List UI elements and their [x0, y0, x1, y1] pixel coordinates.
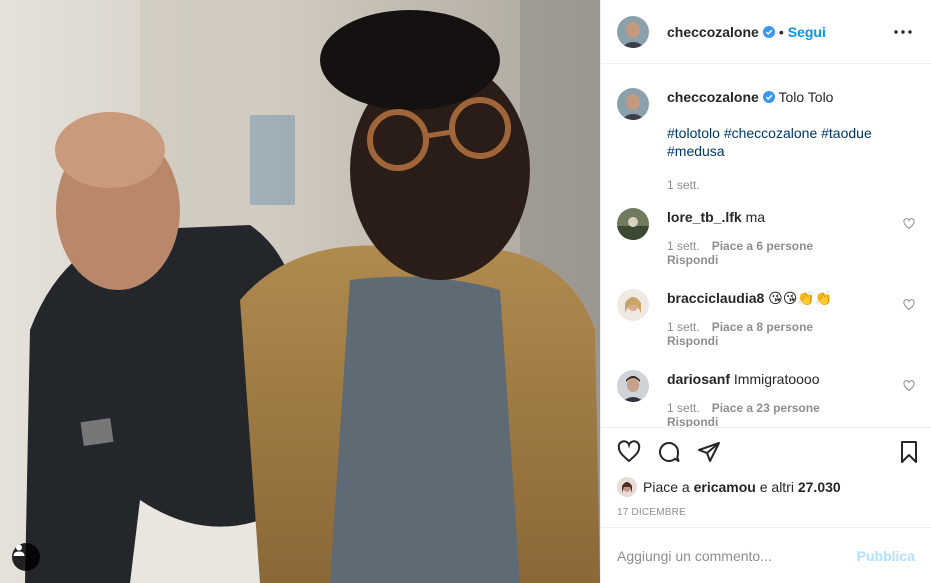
- hashtag-link[interactable]: #taodue: [821, 125, 872, 141]
- heart-icon[interactable]: [903, 380, 915, 392]
- post-actions-bar: [601, 427, 931, 475]
- comment-time[interactable]: 1 sett.: [667, 239, 700, 253]
- likes-prefix: Piace a: [643, 479, 694, 495]
- comment-item: lore_tb_.lfk ma 1 sett. Piace a 6 persone…: [617, 208, 915, 267]
- comment-input[interactable]: [617, 547, 857, 564]
- post-photo[interactable]: [0, 0, 600, 583]
- verified-badge-icon: [762, 91, 775, 103]
- likes-count[interactable]: 27.030: [798, 479, 841, 495]
- heart-icon[interactable]: [903, 299, 915, 311]
- comment-likes[interactable]: Piace a 23 persone: [712, 401, 820, 415]
- comment-icon[interactable]: [657, 440, 681, 464]
- more-options-icon: [894, 29, 912, 34]
- paper-plane-icon[interactable]: [697, 440, 721, 464]
- comments-list[interactable]: checcozalone Tolo Tolo #tolotolo #checco…: [601, 64, 931, 427]
- hashtag-link[interactable]: #medusa: [667, 143, 725, 159]
- comment-time[interactable]: 1 sett.: [667, 320, 700, 334]
- likes-suffix: e altri: [755, 479, 798, 495]
- instagram-post: checcozalone • Segui checcozalone Tolo T…: [0, 0, 931, 583]
- reply-button[interactable]: Rispondi: [667, 253, 902, 267]
- caption-text: Tolo Tolo: [778, 89, 834, 105]
- separator-dot: •: [778, 23, 784, 40]
- post-caption: checcozalone Tolo Tolo #tolotolo #checco…: [617, 64, 915, 194]
- liker-avatar[interactable]: [617, 477, 637, 497]
- caption-author-avatar[interactable]: [617, 88, 649, 120]
- caption-time[interactable]: 1 sett.: [667, 176, 872, 194]
- comment-text: Immigratoooo: [733, 371, 820, 387]
- commenter-avatar[interactable]: [617, 208, 649, 240]
- bookmark-icon[interactable]: [897, 440, 921, 464]
- hashtag-link[interactable]: #tolotolo: [667, 125, 720, 141]
- likes-text: Piace a ericamou e altri 27.030: [643, 479, 841, 495]
- user-tag-icon: [13, 544, 25, 556]
- heart-icon[interactable]: [903, 218, 915, 230]
- photo-illustration: [0, 0, 600, 583]
- commenter-avatar[interactable]: [617, 370, 649, 402]
- caption-hashtags: #tolotolo #checcozalone #taodue #medusa: [667, 124, 872, 160]
- post-side-panel: checcozalone • Segui checcozalone Tolo T…: [600, 0, 931, 583]
- reply-button[interactable]: Rispondi: [667, 415, 902, 427]
- post-header: checcozalone • Segui: [601, 0, 931, 64]
- commenter-avatar[interactable]: [617, 289, 649, 321]
- comment-username[interactable]: lore_tb_.lfk: [667, 209, 742, 225]
- comment-text: ma: [745, 209, 766, 225]
- hashtag-link[interactable]: #checcozalone: [724, 125, 817, 141]
- reply-button[interactable]: Rispondi: [667, 334, 902, 348]
- comment-username[interactable]: dariosanf: [667, 371, 730, 387]
- post-date[interactable]: 17 DICEMBRE: [601, 499, 931, 527]
- comment-likes[interactable]: Piace a 6 persone: [712, 239, 813, 253]
- comment-item: dariosanf Immigratoooo 1 sett. Piace a 23…: [617, 370, 915, 427]
- caption-username[interactable]: checcozalone: [667, 89, 759, 105]
- author-avatar[interactable]: [617, 15, 649, 48]
- likes-summary[interactable]: Piace a ericamou e altri 27.030: [601, 475, 931, 499]
- verified-badge-icon: [762, 25, 775, 38]
- comment-time[interactable]: 1 sett.: [667, 401, 700, 415]
- publish-button[interactable]: Pubblica: [857, 548, 915, 564]
- user-tag-button[interactable]: [12, 543, 40, 571]
- author-username[interactable]: checcozalone: [667, 24, 759, 40]
- heart-icon[interactable]: [617, 439, 641, 464]
- comment-text: 😘😘👏👏: [768, 290, 833, 306]
- comment-username[interactable]: bracciclaudia8: [667, 290, 764, 306]
- comment-item: bracciclaudia8 😘😘👏👏 1 sett. Piace a 8 per…: [617, 289, 915, 348]
- liked-by-user[interactable]: ericamou: [694, 479, 756, 495]
- comment-composer: Pubblica: [601, 527, 931, 583]
- follow-button[interactable]: Segui: [788, 24, 826, 40]
- comment-likes[interactable]: Piace a 8 persone: [712, 320, 813, 334]
- more-options-button[interactable]: [891, 20, 915, 44]
